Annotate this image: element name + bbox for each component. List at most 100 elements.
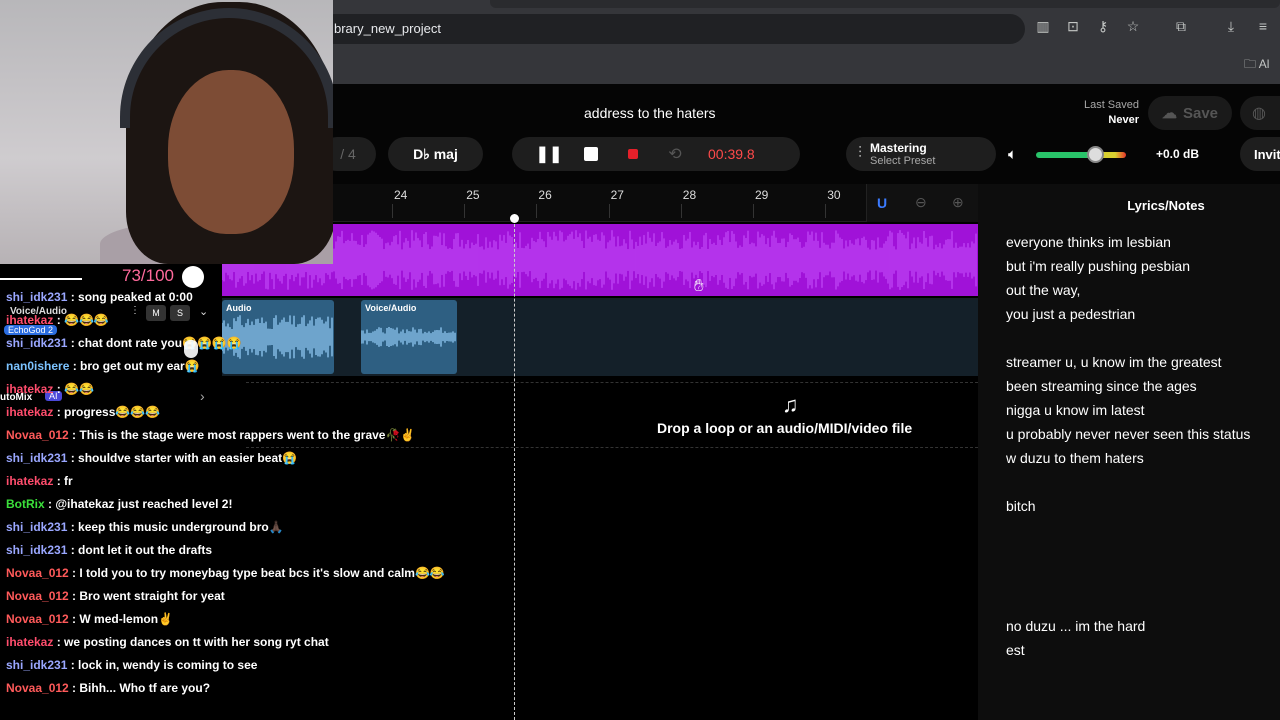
reading-mode-icon[interactable]: ▥ <box>1034 18 1052 35</box>
goal-progress-bar <box>0 278 82 280</box>
chat-message: shi_idk231 : lock in, wendy is coming to… <box>6 658 257 672</box>
bar-count-label: / 4 <box>340 146 356 162</box>
loop-icon[interactable]: ⟲ <box>654 137 696 171</box>
chat-username[interactable]: shi_idk231 <box>6 336 67 350</box>
playhead-handle[interactable] <box>510 214 519 223</box>
clip-label: Voice/Audio <box>365 303 417 313</box>
mastering-title: Mastering <box>870 141 927 155</box>
chat-text: : song peaked at 0:00 <box>67 290 193 304</box>
chat-username[interactable]: ihatekaz <box>6 382 53 396</box>
chat-message: ihatekaz : progress😂😂😂 <box>6 405 160 419</box>
ruler-tick <box>825 204 827 218</box>
headphones <box>120 8 333 128</box>
chat-username[interactable]: ihatekaz <box>6 474 53 488</box>
language-globe-button[interactable]: ◍ <box>1240 96 1280 130</box>
save-button[interactable]: ☁ Save <box>1148 96 1232 130</box>
snap-magnet-icon[interactable]: U <box>877 195 887 211</box>
chat-username[interactable]: shi_idk231 <box>6 658 67 672</box>
audio-clip-purple[interactable] <box>222 224 978 296</box>
chat-text: : This is the stage were most rappers we… <box>68 428 416 442</box>
solo-button[interactable]: S <box>170 305 190 321</box>
chevron-right-icon[interactable]: › <box>200 388 205 404</box>
chat-text: : W med-lemon✌ <box>68 612 173 626</box>
chat-text: : 😂😂😂 <box>53 313 109 327</box>
lyric-line: nigga u know im latest <box>1006 402 1145 418</box>
tab-search-icon[interactable]: ≡ <box>1254 18 1272 34</box>
mastering-preset-button[interactable]: ⫶ Mastering Select Preset <box>846 137 996 171</box>
chat-username[interactable]: Novaa_012 <box>6 612 69 626</box>
master-volume-slider[interactable] <box>1036 152 1126 158</box>
chat-username[interactable]: ihatekaz <box>6 405 53 419</box>
chat-username[interactable]: shi_idk231 <box>6 543 67 557</box>
timeline-ruler[interactable] <box>222 184 978 222</box>
chat-text: : @ihatekaz just reached level 2! <box>44 497 233 511</box>
chat-text: : lock in, wendy is coming to see <box>67 658 258 672</box>
chat-username[interactable]: Novaa_012 <box>6 589 69 603</box>
extensions-icon[interactable]: ⧉ <box>1172 18 1190 35</box>
chat-username[interactable]: Novaa_012 <box>6 681 69 695</box>
chat-text: : dont let it out the drafts <box>67 543 213 557</box>
chat-username[interactable]: nan0ishere <box>6 359 69 373</box>
password-key-icon[interactable]: ⚷ <box>1094 18 1112 35</box>
pause-icon[interactable]: ❚❚ <box>528 137 570 171</box>
chat-message: Novaa_012 : Bro went straight for yeat <box>6 589 225 603</box>
bookmark-folder[interactable]: 🗀 Al <box>1244 55 1269 76</box>
ruler-tick <box>680 204 682 218</box>
chat-message: shi_idk231 : song peaked at 0:00 <box>6 290 193 304</box>
stop-icon[interactable] <box>570 137 612 171</box>
mastering-subtitle: Select Preset <box>870 155 936 167</box>
key-selector[interactable]: D♭ maj <box>388 137 483 171</box>
install-app-icon[interactable]: ⊡ <box>1064 18 1082 35</box>
chat-username[interactable]: Novaa_012 <box>6 566 69 580</box>
solo-label: S <box>176 308 183 318</box>
chat-username[interactable]: ihatekaz <box>6 313 53 327</box>
mute-label: M <box>152 308 160 318</box>
chat-username[interactable]: ihatekaz <box>6 635 53 649</box>
chat-username[interactable]: BotRix <box>6 497 45 511</box>
save-button-label: Save <box>1182 104 1219 122</box>
bookmark-star-icon[interactable]: ☆ <box>1124 18 1142 35</box>
zoom-in-icon[interactable]: ⊕ <box>952 194 964 211</box>
chat-message: ihatekaz : 😂😂😂 <box>6 313 109 327</box>
chevron-down-icon[interactable]: ⌄ <box>199 305 208 318</box>
chat-username[interactable]: shi_idk231 <box>6 451 67 465</box>
mute-button[interactable]: M <box>146 305 166 321</box>
audio-waveform <box>222 230 977 290</box>
ruler-number: 26 <box>538 188 552 202</box>
chat-message: shi_idk231 : chat dont rate you😭😭😭😭 <box>6 336 242 350</box>
lyric-line: est <box>1006 642 1025 658</box>
chat-text: : Bihh... Who tf are you? <box>68 681 211 695</box>
speaker-icon[interactable]: 🔈︎ <box>1008 146 1017 163</box>
download-icon[interactable]: ⤓ <box>1222 18 1240 35</box>
goal-counter: 73/100 <box>122 266 174 285</box>
lyrics-panel-title: Lyrics/Notes <box>1127 198 1205 213</box>
chat-message: shi_idk231 : dont let it out the drafts <box>6 543 212 557</box>
track-menu-icon[interactable]: ⋮ <box>130 305 140 316</box>
zoom-out-icon[interactable]: ⊖ <box>915 194 927 211</box>
music-note-add-icon: ♫ <box>782 392 799 417</box>
chat-username[interactable]: shi_idk231 <box>6 520 67 534</box>
project-title[interactable]: address to the haters <box>584 105 716 121</box>
chat-message: shi_idk231 : keep this music underground… <box>6 520 284 534</box>
playhead-line[interactable] <box>514 214 515 720</box>
chat-text: : 😂😂 <box>53 382 94 396</box>
track-lane-voice[interactable] <box>222 298 978 376</box>
invite-button[interactable]: Invit <box>1240 137 1280 171</box>
lyric-line: no duzu ... im the hard <box>1006 618 1146 634</box>
last-saved-value: Never <box>1108 114 1139 126</box>
chat-username[interactable]: shi_idk231 <box>6 290 67 304</box>
ruler-number: 29 <box>755 188 769 202</box>
invite-button-label: Invit <box>1254 146 1280 162</box>
ruler-number: 30 <box>827 188 841 202</box>
mouse-pointer <box>184 340 198 358</box>
lyric-line: u probably never never seen this status <box>1006 426 1251 442</box>
chat-username[interactable]: Novaa_012 <box>6 428 69 442</box>
volume-slider-handle[interactable] <box>1087 146 1104 163</box>
voice-audio-clip[interactable]: Voice/Audio <box>361 300 457 374</box>
chat-text: : bro get out my ear😭 <box>69 359 200 373</box>
record-icon[interactable] <box>612 137 654 171</box>
chat-message: ihatekaz : we posting dances on tt with … <box>6 635 329 649</box>
lyric-line: but i'm really pushing pesbian <box>1006 258 1191 274</box>
chat-message: ihatekaz : fr <box>6 474 73 488</box>
lyric-line: been streaming since the ages <box>1006 378 1197 394</box>
